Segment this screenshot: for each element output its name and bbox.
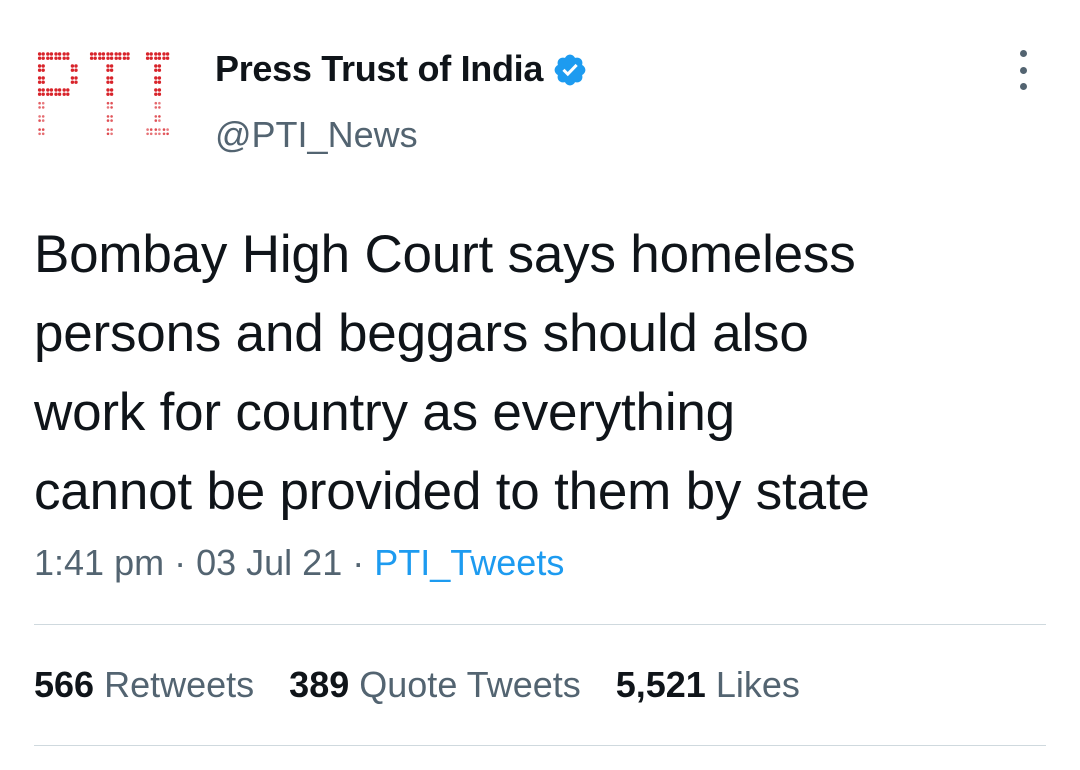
- tweet-date[interactable]: 03 Jul 21: [196, 542, 342, 583]
- tweet-text-line: Bombay High Court says homeless: [34, 215, 1044, 294]
- more-options-icon[interactable]: [1006, 50, 1040, 90]
- pti-logo-icon: [38, 52, 169, 135]
- meta-separator: ·: [174, 542, 186, 583]
- retweets-count: 566: [34, 664, 94, 705]
- quote-tweets-stat[interactable]: 389 Quote Tweets: [289, 664, 581, 706]
- retweets-label: Retweets: [104, 664, 254, 705]
- author-name[interactable]: Press Trust of India: [215, 48, 543, 90]
- more-dot: [1020, 83, 1027, 90]
- meta-separator: ·: [352, 542, 364, 583]
- quote-tweets-count: 389: [289, 664, 349, 705]
- tweet-meta: 1:41 pm · 03 Jul 21 · PTI_Tweets: [34, 542, 564, 584]
- likes-stat[interactable]: 5,521 Likes: [616, 664, 800, 706]
- retweets-stat[interactable]: 566 Retweets: [34, 664, 254, 706]
- author-handle[interactable]: @PTI_News: [215, 114, 418, 156]
- tweet-text-line: work for country as everything: [34, 373, 1044, 452]
- tweet-text-line: persons and beggars should also: [34, 294, 1044, 373]
- tweet-time[interactable]: 1:41 pm: [34, 542, 164, 583]
- tweet-source-link[interactable]: PTI_Tweets: [374, 542, 564, 583]
- divider: [34, 745, 1046, 746]
- tweet-text: Bombay High Court says homeless persons …: [34, 215, 1044, 531]
- tweet-text-line: cannot be provided to them by state: [34, 452, 1044, 531]
- likes-label: Likes: [716, 664, 800, 705]
- author-name-row[interactable]: Press Trust of India: [215, 46, 588, 92]
- likes-count: 5,521: [616, 664, 706, 705]
- divider: [34, 624, 1046, 625]
- more-dot: [1020, 50, 1027, 57]
- verified-badge-icon: [552, 52, 588, 88]
- tweet-detail: Press Trust of India @PTI_News Bombay Hi…: [0, 0, 1080, 770]
- more-dot: [1020, 67, 1027, 74]
- tweet-stats: 566 Retweets 389 Quote Tweets 5,521 Like…: [34, 664, 835, 706]
- quote-tweets-label: Quote Tweets: [359, 664, 580, 705]
- avatar[interactable]: [34, 48, 184, 148]
